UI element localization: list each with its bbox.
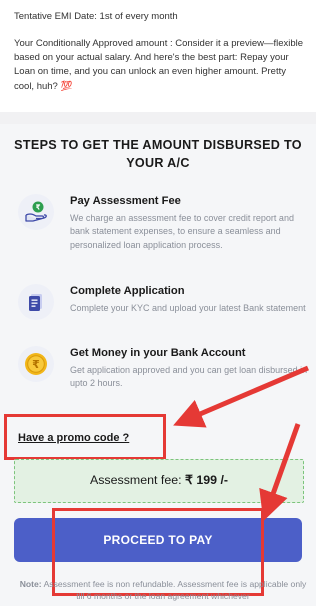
step-title: Complete Application: [70, 285, 185, 297]
step-title: Pay Assessment Fee: [70, 195, 181, 207]
section-divider: [0, 112, 316, 124]
step-title: Get Money in your Bank Account: [70, 347, 246, 359]
steps-section: STEPS TO GET THE AMOUNT DISBURSED TO YOU…: [0, 124, 316, 424]
step-description: Get application approved and you can get…: [70, 365, 308, 389]
approved-amount-message: Your Conditionally Approved amount : Con…: [14, 38, 304, 92]
assessment-fee-amount: ₹ 199 /-: [185, 473, 229, 487]
promo-highlight-box: [4, 414, 166, 460]
summary-section: Tentative EMI Date: 1st of every month Y…: [0, 0, 316, 112]
document-icon: [18, 284, 54, 320]
step-description: Complete your KYC and upload your latest…: [70, 303, 306, 313]
svg-text:₹: ₹: [32, 358, 40, 371]
svg-text:₹: ₹: [36, 204, 41, 212]
emi-date-text: Tentative EMI Date: 1st of every month: [14, 10, 304, 24]
rupee-coin-icon: ₹: [18, 346, 54, 382]
refund-note: Note: Assessment fee is non refundable. …: [18, 578, 308, 602]
emi-date-label: Tentative EMI Date: 1st of every month: [14, 11, 178, 22]
steps-heading: STEPS TO GET THE AMOUNT DISBURSED TO YOU…: [14, 138, 302, 170]
step-description: We charge an assessment fee to cover cre…: [70, 213, 294, 250]
assessment-fee-box: Assessment fee: ₹ 199 /-: [14, 459, 304, 503]
fee-hand-icon: ₹: [18, 194, 54, 230]
note-prefix: Note:: [19, 579, 42, 589]
assessment-fee-label: Assessment fee:: [89, 473, 182, 487]
note-text: Assessment fee is non refundable. Assess…: [43, 579, 307, 601]
